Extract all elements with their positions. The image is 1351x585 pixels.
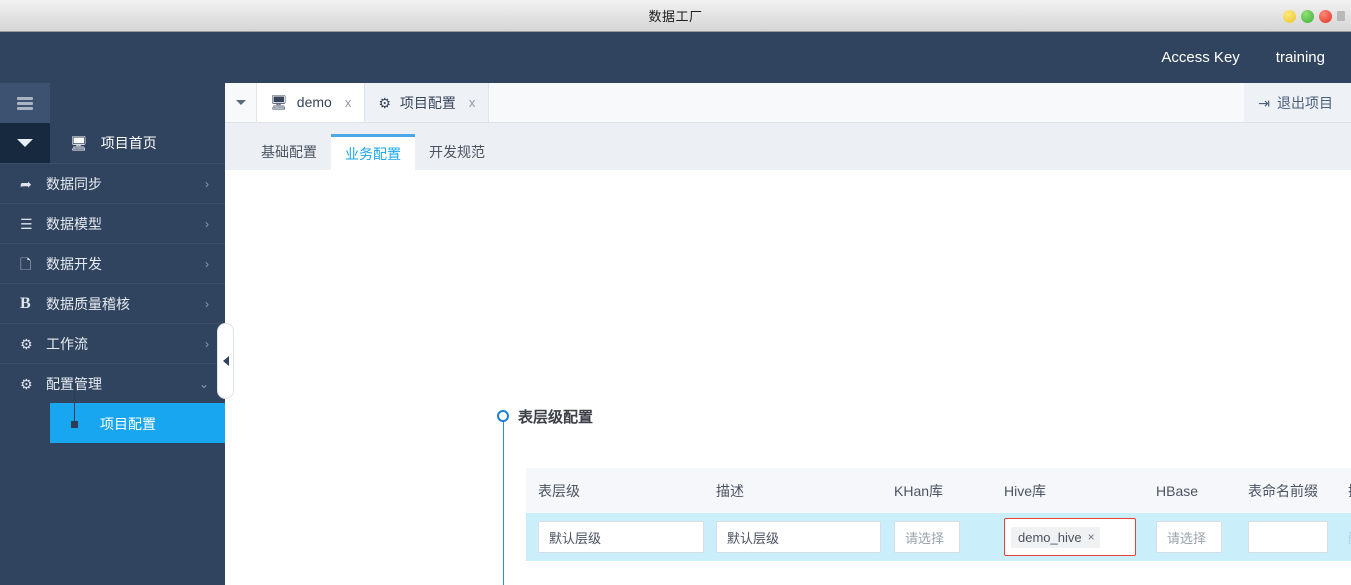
chevron-right-icon: › bbox=[205, 336, 209, 351]
sidebar-item-workflow[interactable]: ⚙ 工作流 › bbox=[0, 323, 225, 363]
prefix-input[interactable] bbox=[1248, 521, 1328, 553]
sidebar-item-project-config[interactable]: 项目配置 bbox=[50, 381, 225, 444]
sidebar-item-home-label: 项目首页 bbox=[100, 135, 157, 151]
sub-tab-bar: 基础配置 业务配置 开发规范 bbox=[225, 123, 1351, 170]
chevron-right-icon: › bbox=[205, 256, 209, 271]
sidebar-item-config-mgmt-label: 配置管理 bbox=[46, 375, 102, 392]
column-header-desc: 描述 bbox=[716, 482, 744, 499]
tree-connector-icon bbox=[50, 381, 100, 444]
sidebar-header-filler bbox=[50, 83, 225, 123]
level-input[interactable]: 默认层级 bbox=[538, 521, 704, 553]
cell-desc: 默认层级 bbox=[716, 521, 894, 553]
window-titlebar: 数据工厂 bbox=[0, 0, 1351, 32]
chevron-right-icon: › bbox=[205, 296, 209, 311]
caret-down-icon bbox=[235, 100, 246, 105]
tab-project-config-label: 项目配置 bbox=[399, 94, 456, 111]
timeline-dot-icon bbox=[497, 410, 509, 422]
tab-demo[interactable]: 🖥 demo x bbox=[257, 83, 366, 122]
cell-hive: demo_hive × bbox=[1004, 518, 1156, 556]
access-key-link[interactable]: Access Key bbox=[1161, 49, 1239, 66]
table-row: 默认层级 默认层级 请选择 demo_hive × 请选择 bbox=[526, 513, 1351, 561]
caret-down-icon[interactable] bbox=[0, 123, 50, 163]
close-button[interactable] bbox=[1319, 9, 1332, 23]
khan-select[interactable]: 请选择 bbox=[894, 521, 960, 553]
sidebar-item-data-sync[interactable]: ➦ 数据同步 › bbox=[0, 163, 225, 203]
sidebar-item-data-quality-label: 数据质量稽核 bbox=[46, 295, 130, 312]
collapse-left-icon bbox=[222, 356, 229, 366]
sidebar-header bbox=[0, 83, 225, 123]
sidebar-item-data-model-label: 数据模型 bbox=[46, 215, 102, 232]
user-menu[interactable]: training bbox=[1276, 49, 1325, 66]
exit-project-button[interactable]: ⇥ 退出项目 bbox=[1244, 83, 1351, 122]
page-body: 表层级配置 表层级 描述 KHan库 Hive库 HBase 表命名前缀 操作 … bbox=[225, 170, 1351, 585]
minimize-button[interactable] bbox=[1283, 9, 1296, 23]
hbase-select[interactable]: 请选择 bbox=[1156, 521, 1222, 553]
column-header-khan: KHan库 bbox=[894, 482, 944, 499]
cell-level: 默认层级 bbox=[526, 521, 716, 553]
cell-hbase: 请选择 bbox=[1156, 521, 1248, 553]
gears-icon: ⚙ bbox=[20, 335, 33, 352]
hive-tag-label: demo_hive bbox=[1018, 529, 1082, 545]
database-icon: ☰ bbox=[20, 215, 33, 232]
file-code-icon: 🗋 bbox=[20, 255, 32, 272]
sidebar-item-data-model[interactable]: ☰ 数据模型 › bbox=[0, 203, 225, 243]
hamburger-icon[interactable] bbox=[0, 83, 50, 123]
window-title: 数据工厂 bbox=[648, 9, 703, 24]
maximize-button[interactable] bbox=[1301, 9, 1314, 23]
chevron-right-icon: › bbox=[205, 216, 209, 231]
sidebar-item-data-quality[interactable]: B 数据质量稽核 › bbox=[0, 283, 225, 323]
sidebar: 🖥 项目首页 ➦ 数据同步 › ☰ 数据模型 › 🗋 数据开发 › B 数据质量… bbox=[0, 83, 234, 585]
sidebar-item-data-dev-label: 数据开发 bbox=[46, 255, 102, 272]
column-header-hive: Hive库 bbox=[1004, 482, 1047, 499]
tab-project-config[interactable]: ⚙ 项目配置 x bbox=[365, 83, 490, 122]
monitor-icon: 🖥 bbox=[270, 94, 288, 110]
hive-tag-remove-icon[interactable]: × bbox=[1088, 530, 1095, 544]
gear-icon: ⚙ bbox=[378, 94, 391, 111]
sidebar-collapse-handle[interactable] bbox=[217, 323, 234, 399]
section-timeline bbox=[503, 420, 504, 585]
cell-khan: 请选择 bbox=[894, 521, 1004, 553]
column-header-prefix: 表命名前缀 bbox=[1248, 482, 1318, 499]
tab-dev-spec[interactable]: 开发规范 bbox=[415, 134, 499, 170]
hive-select[interactable]: demo_hive × bbox=[1004, 518, 1136, 556]
exit-project-label: 退出项目 bbox=[1277, 94, 1333, 111]
column-header-level: 表层级 bbox=[538, 482, 580, 499]
app-shell: 🖥 项目首页 ➦ 数据同步 › ☰ 数据模型 › 🗋 数据开发 › B 数据质量… bbox=[0, 83, 1351, 585]
sidebar-item-home[interactable]: 🖥 项目首页 bbox=[50, 123, 225, 163]
tab-list-dropdown[interactable] bbox=[225, 83, 257, 122]
table-header-row: 表层级 描述 KHan库 Hive库 HBase 表命名前缀 操作 bbox=[526, 468, 1351, 513]
sidebar-menu: ➦ 数据同步 › ☰ 数据模型 › 🗋 数据开发 › B 数据质量稽核 › ⚙ bbox=[0, 163, 225, 443]
letter-b-icon: B bbox=[20, 294, 31, 312]
sidebar-item-data-sync-label: 数据同步 bbox=[46, 175, 102, 192]
tab-project-config-close-icon[interactable]: x bbox=[469, 95, 476, 110]
column-header-hbase: HBase bbox=[1156, 482, 1199, 499]
window-controls bbox=[1283, 0, 1345, 32]
gear-icon: ⚙ bbox=[20, 375, 33, 392]
chevron-down-icon: ⌄ bbox=[198, 376, 209, 391]
chevron-right-icon: › bbox=[205, 176, 209, 191]
cell-prefix bbox=[1248, 521, 1348, 553]
desc-input[interactable]: 默认层级 bbox=[716, 521, 881, 553]
content-area: 🖥 demo x ⚙ 项目配置 x ⇥ 退出项目 基础配置 业务配置 开发规范 bbox=[225, 83, 1351, 585]
section-title-table-level: 表层级配置 bbox=[518, 405, 604, 427]
window-tab-strip: 🖥 demo x ⚙ 项目配置 x ⇥ 退出项目 bbox=[225, 83, 1351, 123]
sidebar-item-config-mgmt[interactable]: ⚙ 配置管理 ⌄ bbox=[0, 363, 225, 403]
tab-demo-label: demo bbox=[296, 94, 332, 110]
hive-tag: demo_hive × bbox=[1011, 526, 1100, 548]
monitor-icon: 🖥 bbox=[70, 135, 88, 151]
tab-basic-config[interactable]: 基础配置 bbox=[247, 134, 331, 170]
sidebar-item-workflow-label: 工作流 bbox=[46, 335, 88, 352]
tab-business-config[interactable]: 业务配置 bbox=[331, 134, 415, 170]
window-resize-grip[interactable] bbox=[1337, 11, 1345, 21]
tab-demo-close-icon[interactable]: x bbox=[345, 95, 352, 110]
sidebar-item-data-dev[interactable]: 🗋 数据开发 › bbox=[0, 243, 225, 283]
logout-icon: ⇥ bbox=[1258, 94, 1270, 111]
share-arrow-icon: ➦ bbox=[20, 175, 32, 192]
table-level-table: 表层级 描述 KHan库 Hive库 HBase 表命名前缀 操作 默认层级 默… bbox=[526, 468, 1351, 561]
top-navigation-bar: Access Key training bbox=[0, 32, 1351, 83]
sidebar-item-project-config-label: 项目配置 bbox=[100, 415, 156, 432]
tab-strip-filler bbox=[489, 83, 1245, 122]
